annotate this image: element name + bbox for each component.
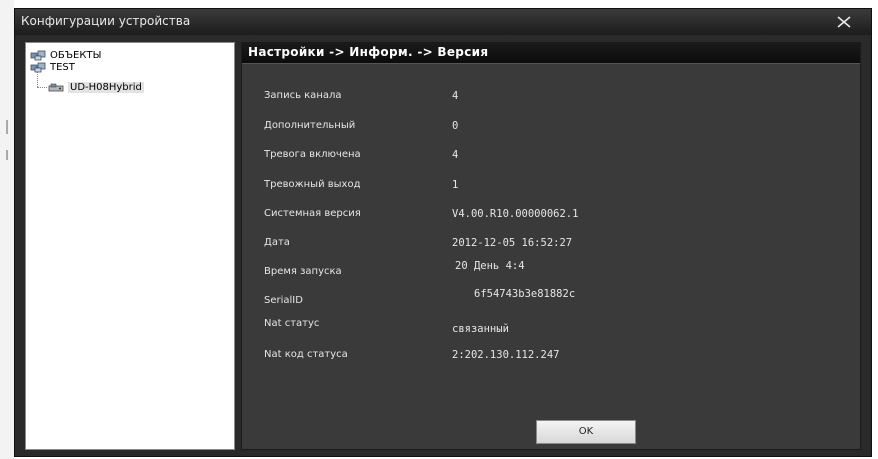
alarm-in-label: Тревога включена xyxy=(264,149,361,160)
tree-item-label: UD-H08Hybrid xyxy=(68,81,144,93)
ok-button[interactable]: OK xyxy=(536,420,636,444)
folder-group-icon xyxy=(30,62,46,73)
record-channel-value: 4 xyxy=(452,90,459,102)
uptime-value: 20 День 4:4 xyxy=(455,260,525,272)
system-version-value: V4.00.R10.00000062.1 xyxy=(452,208,579,220)
background-mark xyxy=(6,150,8,160)
date-label: Дата xyxy=(264,237,290,248)
background-mark xyxy=(6,120,8,134)
alarm-out-label: Тревожный выход xyxy=(264,179,361,190)
device-tree: ОБЪЕКТЫ TEST UD-H08Hybrid xyxy=(25,42,235,450)
date-value: 2012-12-05 16:52:27 xyxy=(452,237,573,249)
serial-id-label: SerialID xyxy=(264,295,303,306)
nat-code-value: 2:202.130.112.247 xyxy=(452,349,560,361)
tree-item-label: TEST xyxy=(50,61,75,73)
record-channel-label: Запись канала xyxy=(264,90,342,101)
extra-channel-label: Дополнительный xyxy=(264,120,356,131)
device-config-window: Конфигурации устройства ОБЪЕКТЫ TEST UD-… xyxy=(14,8,872,457)
panel-header: Настройки -> Информ. -> Версия xyxy=(242,43,860,64)
alarm-out-value: 1 xyxy=(452,179,459,191)
nat-status-label: Nat статус xyxy=(264,318,320,329)
background-strip xyxy=(0,0,14,459)
window-title: Конфигурации устройства xyxy=(21,14,191,28)
nat-status-value: связанный xyxy=(452,323,509,335)
close-icon xyxy=(837,16,851,28)
nat-code-label: Nat код статуса xyxy=(264,349,348,360)
system-version-label: Системная версия xyxy=(264,208,361,219)
tree-item-device[interactable]: UD-H08Hybrid xyxy=(48,81,144,93)
tree-item-test[interactable]: TEST xyxy=(30,61,75,73)
uptime-label: Время запуска xyxy=(264,266,342,277)
dvr-device-icon xyxy=(48,82,64,93)
breadcrumb: Настройки -> Информ. -> Версия xyxy=(248,45,489,59)
serial-id-value: 6f54743b3e81882c xyxy=(474,288,576,300)
title-bar[interactable]: Конфигурации устройства xyxy=(15,9,871,35)
tree-item-objects[interactable]: ОБЪЕКТЫ xyxy=(30,49,101,61)
tree-item-label: ОБЪЕКТЫ xyxy=(50,49,102,61)
folder-group-icon xyxy=(30,50,46,61)
tree-connector xyxy=(37,87,47,88)
extra-channel-value: 0 xyxy=(452,120,459,132)
info-panel: Настройки -> Информ. -> Версия Запись ка… xyxy=(241,42,861,450)
alarm-in-value: 4 xyxy=(452,149,459,161)
close-button[interactable] xyxy=(833,12,855,32)
